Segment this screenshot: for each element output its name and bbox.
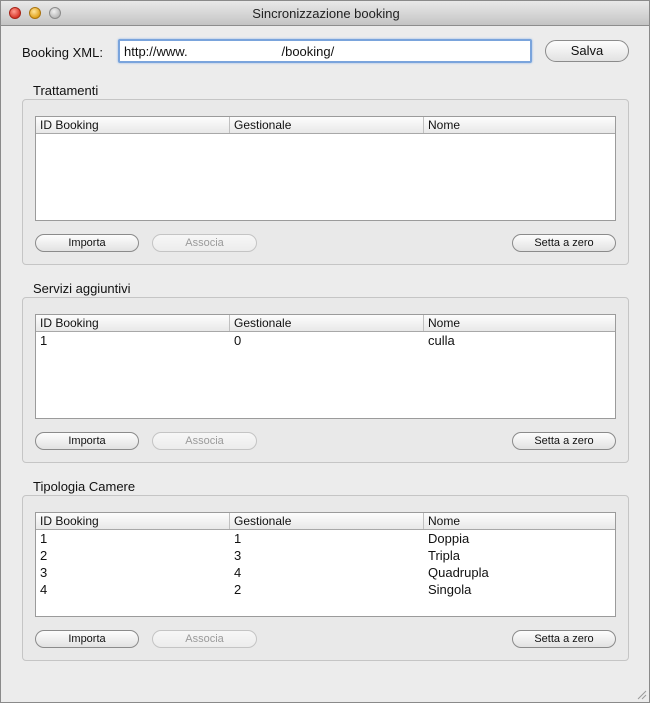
- import-button[interactable]: Importa: [35, 432, 139, 450]
- table-cell: 1: [234, 531, 242, 546]
- trattamenti-table[interactable]: ID Booking Gestionale Nome: [35, 116, 616, 221]
- table-row[interactable]: 3 4 Quadrupla: [36, 564, 615, 581]
- servizi-aggiuntivi-table[interactable]: ID Booking Gestionale Nome 1 0 culla: [35, 314, 616, 419]
- table-row[interactable]: 1 1 Doppia: [36, 530, 615, 547]
- booking-xml-label: Booking XML:: [22, 45, 103, 60]
- table-cell: 1: [40, 531, 48, 546]
- table-header: ID Booking Gestionale Nome: [36, 513, 615, 530]
- associate-button[interactable]: Associa: [152, 630, 257, 648]
- column-header-id-booking[interactable]: ID Booking: [36, 513, 230, 529]
- column-header-nome[interactable]: Nome: [424, 117, 615, 133]
- save-button[interactable]: Salva: [545, 40, 629, 62]
- import-button[interactable]: Importa: [35, 234, 139, 252]
- tipologia-camere-table[interactable]: ID Booking Gestionale Nome 1 1 Doppia 2 3 Tri…: [35, 512, 616, 617]
- title-bar[interactable]: Sincronizzazione booking: [1, 1, 649, 26]
- table-cell: 4: [40, 582, 48, 597]
- booking-xml-url-input[interactable]: [118, 39, 532, 63]
- app-window: Sincronizzazione booking Booking XML: Sa…: [0, 0, 650, 703]
- column-header-nome[interactable]: Nome: [424, 513, 615, 529]
- section-title-trattamenti: Trattamenti: [33, 83, 99, 98]
- column-header-nome[interactable]: Nome: [424, 315, 615, 331]
- table-cell: Singola: [428, 582, 472, 597]
- table-cell: Doppia: [428, 531, 470, 546]
- section-title-servizi-aggiuntivi: Servizi aggiuntivi: [33, 281, 131, 296]
- reset-to-zero-button[interactable]: Setta a zero: [512, 432, 616, 450]
- table-body[interactable]: 1 0 culla: [36, 332, 615, 349]
- column-header-gestionale[interactable]: Gestionale: [230, 513, 424, 529]
- table-row[interactable]: 1 0 culla: [36, 332, 615, 349]
- section-title-tipologia-camere: Tipologia Camere: [33, 479, 136, 494]
- table-cell: Quadrupla: [428, 565, 489, 580]
- table-cell: 1: [40, 333, 48, 348]
- window-title: Sincronizzazione booking: [252, 6, 400, 21]
- reset-to-zero-button[interactable]: Setta a zero: [512, 630, 616, 648]
- table-header: ID Booking Gestionale Nome: [36, 315, 615, 332]
- associate-button[interactable]: Associa: [152, 432, 257, 450]
- table-header: ID Booking Gestionale Nome: [36, 117, 615, 134]
- associate-button[interactable]: Associa: [152, 234, 257, 252]
- resize-grip-icon[interactable]: [635, 688, 647, 700]
- table-cell: culla: [428, 333, 455, 348]
- table-cell: Tripla: [428, 548, 461, 563]
- table-row[interactable]: 4 2 Singola: [36, 581, 615, 598]
- import-button[interactable]: Importa: [35, 630, 139, 648]
- column-header-gestionale[interactable]: Gestionale: [230, 117, 424, 133]
- column-header-id-booking[interactable]: ID Booking: [36, 315, 230, 331]
- table-cell: 3: [40, 565, 48, 580]
- table-cell: 2: [40, 548, 48, 563]
- table-cell: 0: [234, 333, 242, 348]
- reset-to-zero-button[interactable]: Setta a zero: [512, 234, 616, 252]
- column-header-gestionale[interactable]: Gestionale: [230, 315, 424, 331]
- table-cell: 4: [234, 565, 242, 580]
- column-header-id-booking[interactable]: ID Booking: [36, 117, 230, 133]
- table-cell: 3: [234, 548, 242, 563]
- table-cell: 2: [234, 582, 242, 597]
- table-body[interactable]: 1 1 Doppia 2 3 Tripla 3 4 Quadrupla 4 2 Singola: [36, 530, 615, 598]
- table-row[interactable]: 2 3 Tripla: [36, 547, 615, 564]
